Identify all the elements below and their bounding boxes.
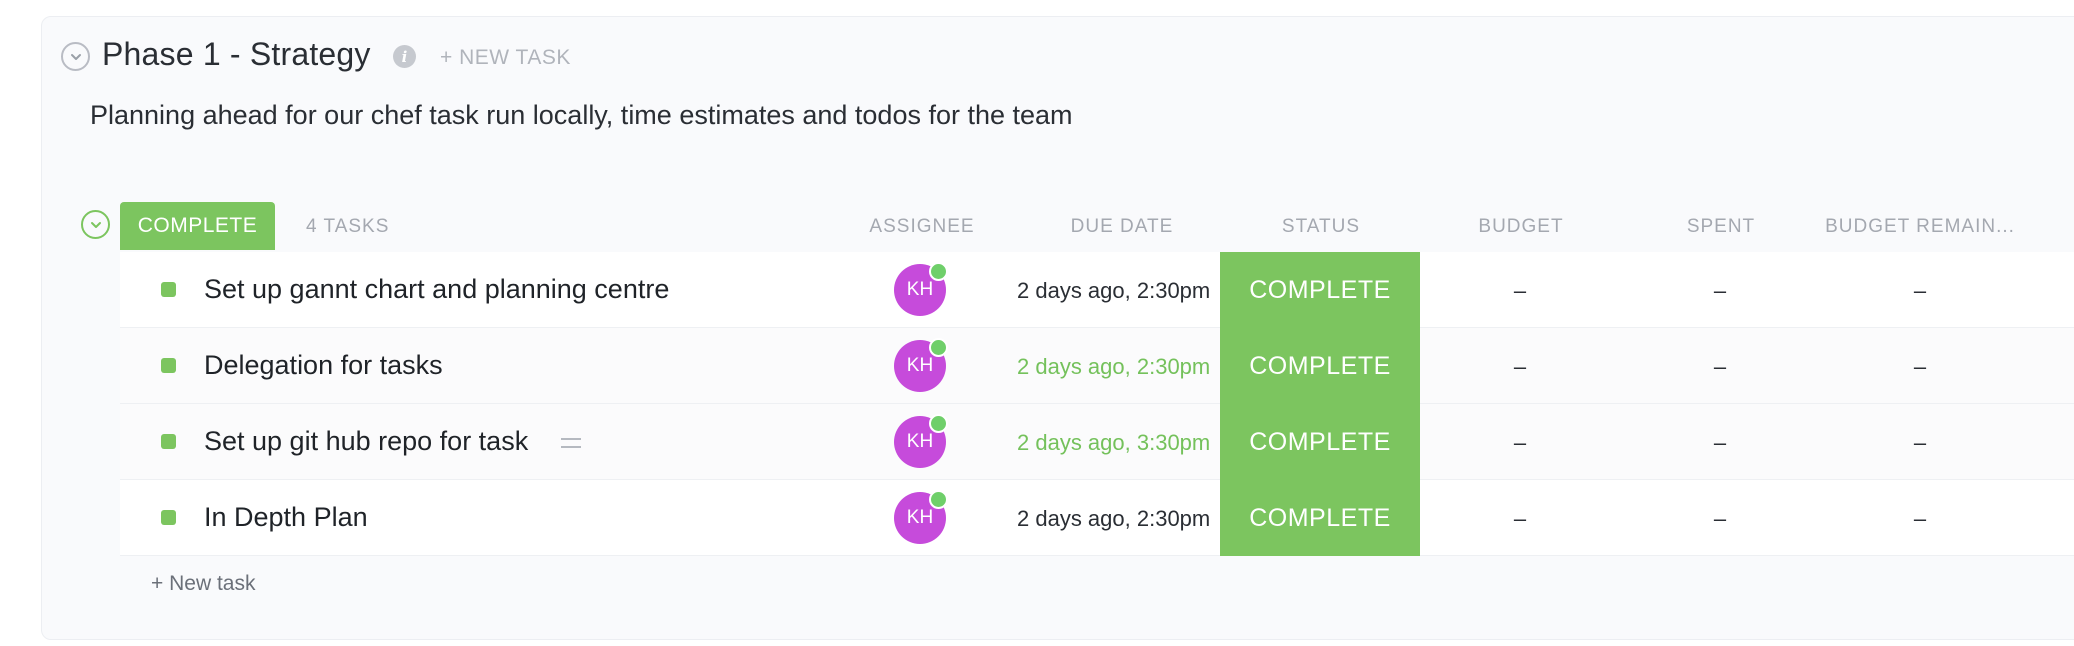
chevron-down-icon <box>70 53 81 60</box>
task-name[interactable]: Set up git hub repo for task <box>204 426 528 457</box>
online-indicator <box>929 262 948 281</box>
due-date[interactable]: 2 days ago, 2:30pm <box>1017 354 1222 380</box>
avatar-initials: KH <box>906 355 934 376</box>
task-status-square[interactable] <box>161 434 176 449</box>
spent-cell[interactable]: – <box>1714 278 1726 304</box>
column-header-assignee[interactable]: ASSIGNEE <box>869 216 974 238</box>
due-date[interactable]: 2 days ago, 2:30pm <box>1017 278 1222 304</box>
task-row[interactable]: Set up git hub repo for task KH 2 days a… <box>120 404 2074 480</box>
avatar[interactable]: KH <box>894 414 948 468</box>
column-header-spent[interactable]: SPENT <box>1687 216 1755 238</box>
task-status-square[interactable] <box>161 358 176 373</box>
task-row[interactable]: Delegation for tasks KH 2 days ago, 2:30… <box>120 328 2074 404</box>
status-cell[interactable]: COMPLETE <box>1220 328 1420 404</box>
column-header-budget[interactable]: BUDGET <box>1478 216 1563 238</box>
avatar-initials: KH <box>906 507 934 528</box>
phase-description: Planning ahead for our chef task run loc… <box>90 100 1073 130</box>
new-task-header-button[interactable]: + NEW TASK <box>440 46 571 70</box>
online-indicator <box>929 414 948 433</box>
description-lines-icon <box>561 438 581 448</box>
task-name[interactable]: Set up gannt chart and planning centre <box>204 274 669 305</box>
due-date[interactable]: 2 days ago, 2:30pm <box>1017 506 1222 532</box>
budget-cell[interactable]: – <box>1514 354 1526 380</box>
budget-cell[interactable]: – <box>1514 278 1526 304</box>
budget-cell[interactable]: – <box>1514 506 1526 532</box>
online-indicator <box>929 490 948 509</box>
spent-cell[interactable]: – <box>1714 354 1726 380</box>
budget-remaining-cell[interactable]: – <box>1914 354 1926 380</box>
status-cell[interactable]: COMPLETE <box>1220 480 1420 556</box>
task-status-square[interactable] <box>161 282 176 297</box>
status-cell[interactable]: COMPLETE <box>1220 252 1420 328</box>
task-row[interactable]: Set up gannt chart and planning centre K… <box>120 252 2074 328</box>
avatar[interactable]: KH <box>894 262 948 316</box>
phase-title[interactable]: Phase 1 - Strategy <box>102 36 371 73</box>
task-list: Set up gannt chart and planning centre K… <box>120 252 2074 556</box>
avatar[interactable]: KH <box>894 490 948 544</box>
due-date[interactable]: 2 days ago, 3:30pm <box>1017 430 1222 456</box>
task-row[interactable]: In Depth Plan KH 2 days ago, 2:30pm COMP… <box>120 480 2074 556</box>
budget-remaining-cell[interactable]: – <box>1914 506 1926 532</box>
budget-remaining-cell[interactable]: – <box>1914 430 1926 456</box>
avatar-initials: KH <box>906 431 934 452</box>
budget-remaining-cell[interactable]: – <box>1914 278 1926 304</box>
status-cell[interactable]: COMPLETE <box>1220 404 1420 480</box>
online-indicator <box>929 338 948 357</box>
task-name[interactable]: In Depth Plan <box>204 502 368 533</box>
info-icon[interactable]: i <box>393 45 416 68</box>
status-group-label[interactable]: COMPLETE <box>120 202 275 250</box>
avatar-initials: KH <box>906 279 934 300</box>
spent-cell[interactable]: – <box>1714 506 1726 532</box>
column-header-status[interactable]: STATUS <box>1282 216 1360 238</box>
spent-cell[interactable]: – <box>1714 430 1726 456</box>
new-task-button[interactable]: + New task <box>151 572 255 596</box>
chevron-down-icon <box>90 221 101 228</box>
avatar[interactable]: KH <box>894 338 948 392</box>
column-header-due-date[interactable]: DUE DATE <box>1071 216 1174 238</box>
phase-collapse-button[interactable] <box>61 42 90 71</box>
task-status-square[interactable] <box>161 510 176 525</box>
task-name[interactable]: Delegation for tasks <box>204 350 443 381</box>
budget-cell[interactable]: – <box>1514 430 1526 456</box>
task-count: 4 TASKS <box>306 216 390 237</box>
column-header-budget-remaining[interactable]: BUDGET REMAIN... <box>1825 216 2015 238</box>
group-collapse-button[interactable] <box>81 210 110 239</box>
